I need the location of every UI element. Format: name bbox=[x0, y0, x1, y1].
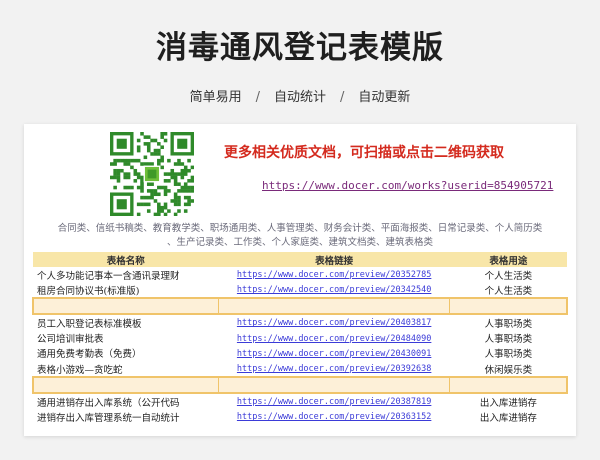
document-sheet: 更多相关优质文档，可扫描或点击二维码获取 https://www.docer.c… bbox=[24, 124, 576, 436]
row-link[interactable]: https://www.docer.com/preview/20484090 bbox=[237, 334, 431, 344]
row-name: 租房合同协议书(标准版) bbox=[37, 285, 140, 297]
row-usage: 人事职场类 bbox=[484, 318, 533, 330]
row-link-cell: https://www.docer.com/preview/20392638 bbox=[218, 361, 449, 377]
table-row: 通用进销存出入库系统（公开代码 https://www.docer.com/pre… bbox=[33, 393, 567, 409]
row-link[interactable]: https://www.docer.com/preview/20342540 bbox=[237, 285, 431, 295]
row-link[interactable]: https://www.docer.com/preview/20392638 bbox=[237, 364, 431, 374]
table-row: 公司培训审批表 https://www.docer.com/preview/204… bbox=[33, 331, 567, 346]
row-usage: 出入库进销存 bbox=[479, 412, 537, 424]
table-row: 通用免费考勤表（免费） https://www.docer.com/preview… bbox=[33, 346, 567, 361]
row-link[interactable]: https://www.docer.com/preview/20352785 bbox=[237, 270, 431, 280]
qr-code-icon[interactable] bbox=[110, 132, 195, 217]
table-row: 个人多功能记事本一含通讯录理财 https://www.docer.com/pre… bbox=[33, 267, 567, 282]
page-title: 消毒通风登记表模版 bbox=[156, 30, 444, 66]
row-link[interactable]: https://www.docer.com/preview/20403817 bbox=[237, 318, 431, 328]
spacer-cell[interactable] bbox=[31, 376, 219, 395]
table-header-row: 表格名称 表格链接 表格用途 bbox=[33, 252, 567, 267]
feature-tagline: 简单易用 / 自动统计 / 自动更新 bbox=[0, 86, 600, 105]
separator: / bbox=[340, 90, 345, 105]
row-name: 表格小游戏—贪吃蛇 bbox=[37, 364, 123, 376]
row-link[interactable]: https://www.docer.com/preview/20430091 bbox=[237, 349, 431, 359]
row-link-cell: https://www.docer.com/preview/20484090 bbox=[218, 331, 449, 346]
promo-text[interactable]: 更多相关优质文档，可扫描或点击二维码获取 bbox=[224, 142, 504, 162]
header-name: 表格名称 bbox=[33, 252, 219, 267]
row-link-cell: https://www.docer.com/preview/20352785 bbox=[218, 267, 449, 282]
row-usage: 人事职场类 bbox=[484, 334, 533, 346]
spacer-cell[interactable] bbox=[449, 376, 569, 395]
table-row: 租房合同协议书(标准版) https://www.docer.com/previe… bbox=[33, 282, 567, 298]
spacer-cell[interactable] bbox=[217, 297, 450, 316]
spacer-cell[interactable] bbox=[449, 297, 569, 316]
row-usage: 休闲娱乐类 bbox=[484, 364, 533, 376]
row-link-cell: https://www.docer.com/preview/20342540 bbox=[218, 282, 449, 298]
table-spacer-row bbox=[31, 376, 569, 395]
row-name: 公司培训审批表 bbox=[37, 334, 104, 346]
row-usage: 人事职场类 bbox=[484, 349, 533, 361]
row-name: 个人多功能记事本一含通讯录理财 bbox=[37, 270, 180, 282]
row-usage: 出入库进销存 bbox=[479, 397, 537, 409]
table-row: 员工入职登记表标准模板 https://www.docer.com/preview… bbox=[33, 314, 567, 330]
spacer-cell[interactable] bbox=[31, 297, 219, 316]
row-usage: 个人生活类 bbox=[484, 285, 533, 297]
row-name: 员工入职登记表标准模板 bbox=[37, 318, 142, 330]
feature-auto-stats: 自动统计 bbox=[273, 90, 326, 105]
row-link-cell: https://www.docer.com/preview/20387819 bbox=[218, 393, 449, 409]
header-link: 表格链接 bbox=[218, 252, 450, 267]
row-link[interactable]: https://www.docer.com/preview/20363152 bbox=[237, 412, 431, 422]
category-line: 合同类、信纸书稿类、教育教学类、职场通用类、人事管理类、财务会计类、平面海报类、… bbox=[57, 223, 543, 234]
spacer-cell[interactable] bbox=[217, 376, 450, 395]
row-link-cell: https://www.docer.com/preview/20403817 bbox=[218, 314, 449, 330]
table-row: 进销存出入库管理系统一自动统计 https://www.docer.com/pre… bbox=[33, 409, 567, 424]
row-link-cell: https://www.docer.com/preview/20363152 bbox=[218, 409, 449, 424]
row-name: 进销存出入库管理系统一自动统计 bbox=[37, 412, 180, 424]
category-line: 、生产记录类、工作类、个人家庭类、建筑文档类、建筑表格类 bbox=[166, 237, 433, 248]
row-link[interactable]: https://www.docer.com/preview/20387819 bbox=[237, 397, 431, 407]
row-name: 通用免费考勤表（免费） bbox=[37, 349, 142, 361]
row-name: 通用进销存出入库系统（公开代码 bbox=[37, 397, 180, 409]
feature-auto-update: 自动更新 bbox=[358, 90, 411, 105]
table-row: 表格小游戏—贪吃蛇 https://www.docer.com/preview/2… bbox=[33, 361, 567, 377]
category-list: 合同类、信纸书稿类、教育教学类、职场通用类、人事管理类、财务会计类、平面海报类、… bbox=[32, 222, 568, 250]
separator: / bbox=[255, 90, 260, 105]
row-usage: 个人生活类 bbox=[484, 270, 533, 282]
feature-easy: 简单易用 bbox=[189, 90, 242, 105]
row-link-cell: https://www.docer.com/preview/20430091 bbox=[218, 346, 449, 361]
promo-link[interactable]: https://www.docer.com/works?userid=85490… bbox=[262, 179, 553, 192]
template-table: 表格名称 表格链接 表格用途 个人多功能记事本一含通讯录理财 https://ww… bbox=[31, 252, 569, 425]
header-usage: 表格用途 bbox=[449, 252, 567, 267]
table-spacer-row bbox=[31, 297, 569, 316]
